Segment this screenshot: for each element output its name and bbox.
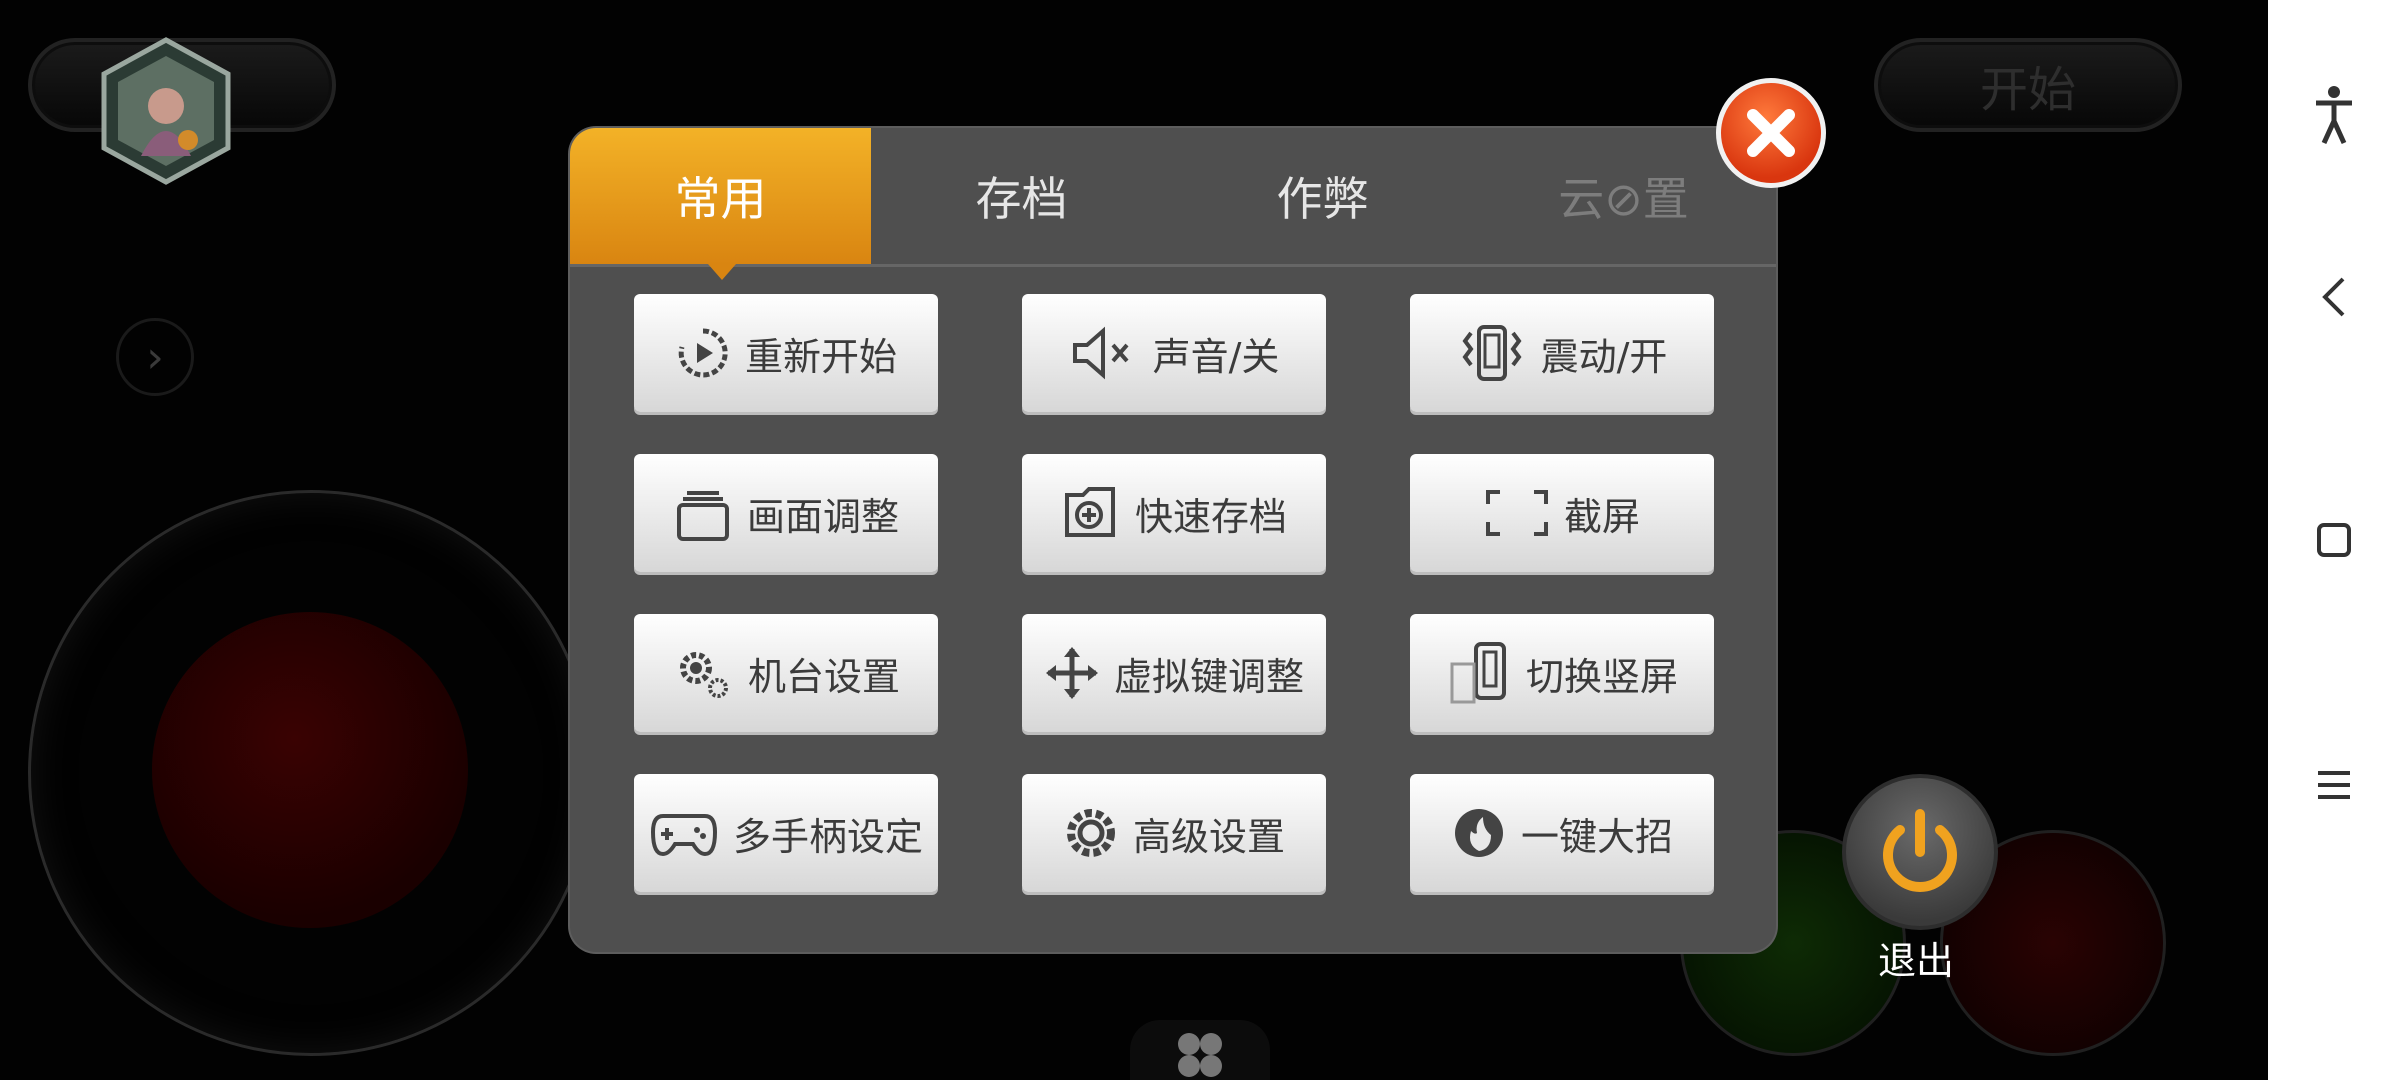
advanced-settings-label: 高级设置 bbox=[1132, 814, 1285, 859]
tab-bar: 常用 存档 作弊 云⊘置 bbox=[570, 128, 1776, 280]
multi-gamepad-label: 多手柄设定 bbox=[732, 814, 923, 859]
chevron-right-icon[interactable]: › bbox=[116, 318, 194, 396]
restart-label: 重新开始 bbox=[744, 334, 897, 379]
quick-save-button[interactable]: 快速存档 bbox=[1022, 454, 1326, 572]
save-icon bbox=[1064, 487, 1115, 537]
screenshot-icon bbox=[1485, 490, 1548, 536]
exit-label: 退出 bbox=[1877, 939, 1954, 983]
sound-label: 声音/关 bbox=[1152, 334, 1280, 379]
start-button[interactable]: 开始 bbox=[1874, 38, 2182, 132]
accessibility-button[interactable] bbox=[2268, 80, 2400, 150]
vibrate-label: 震动/开 bbox=[1540, 334, 1668, 379]
gamepad-icon bbox=[650, 814, 717, 857]
grid-icon bbox=[1178, 1033, 1222, 1077]
back-icon bbox=[2322, 277, 2345, 317]
advanced-settings-button[interactable]: 高级设置 bbox=[1022, 774, 1326, 892]
power-icon bbox=[1883, 809, 1957, 892]
exit-button[interactable] bbox=[1842, 774, 1998, 930]
screenshot-label: 截屏 bbox=[1563, 494, 1640, 539]
player-avatar[interactable] bbox=[96, 36, 236, 186]
sound-button[interactable]: 声音/关 bbox=[1022, 294, 1326, 412]
layers-icon bbox=[676, 491, 729, 541]
ultimate-move-button[interactable]: 一键大招 bbox=[1410, 774, 1714, 892]
navigation-bar bbox=[2268, 0, 2400, 1080]
ultimate-move-label: 一键大招 bbox=[1520, 814, 1673, 859]
gears-icon bbox=[679, 652, 728, 698]
vibrate-icon bbox=[1462, 325, 1522, 381]
menu-handle[interactable] bbox=[1130, 1020, 1270, 1080]
options-grid: 重新开始 声音/关 震动/开 画面调整 快速存档 截屏 机台设置 虚拟键调整 切… bbox=[634, 294, 1714, 892]
multi-gamepad-button[interactable]: 多手柄设定 bbox=[634, 774, 938, 892]
display-adjust-button[interactable]: 画面调整 bbox=[634, 454, 938, 572]
back-button[interactable] bbox=[2268, 262, 2400, 332]
tab-save[interactable]: 存档 bbox=[871, 128, 1172, 264]
joystick-thumb[interactable] bbox=[152, 612, 468, 928]
menu-dialog: 常用 存档 作弊 云⊘置 重新开始 声音/关 震动/开 画面调整 快速存档 截屏… bbox=[570, 128, 1776, 952]
mute-icon bbox=[1072, 326, 1129, 380]
virtual-keys-button[interactable]: 虚拟键调整 bbox=[1022, 614, 1326, 732]
tab-common[interactable]: 常用 bbox=[570, 128, 871, 280]
tab-cheat[interactable]: 作弊 bbox=[1172, 128, 1473, 264]
close-icon bbox=[1747, 109, 1795, 157]
screenshot-button[interactable]: 截屏 bbox=[1410, 454, 1714, 572]
quick-save-label: 快速存档 bbox=[1134, 494, 1287, 539]
gear-icon bbox=[1066, 809, 1115, 857]
portrait-toggle-button[interactable]: 切换竖屏 bbox=[1410, 614, 1714, 732]
close-button[interactable] bbox=[1716, 78, 1826, 188]
menu-button[interactable] bbox=[2268, 750, 2400, 820]
machine-settings-label: 机台设置 bbox=[747, 654, 900, 699]
accessibility-icon bbox=[2316, 86, 2352, 145]
home-icon bbox=[2317, 523, 2351, 557]
vibrate-button[interactable]: 震动/开 bbox=[1410, 294, 1714, 412]
machine-settings-button[interactable]: 机台设置 bbox=[634, 614, 938, 732]
display-adjust-label: 画面调整 bbox=[746, 494, 899, 539]
restart-icon bbox=[678, 328, 728, 378]
portrait-toggle-label: 切换竖屏 bbox=[1525, 654, 1678, 699]
move-icon bbox=[1045, 647, 1098, 699]
virtual-keys-label: 虚拟键调整 bbox=[1113, 654, 1304, 699]
fire-icon bbox=[1454, 809, 1503, 857]
rotate-icon bbox=[1450, 642, 1506, 704]
restart-button[interactable]: 重新开始 bbox=[634, 294, 938, 412]
home-button[interactable] bbox=[2268, 505, 2400, 575]
menu-icon bbox=[2318, 771, 2350, 799]
